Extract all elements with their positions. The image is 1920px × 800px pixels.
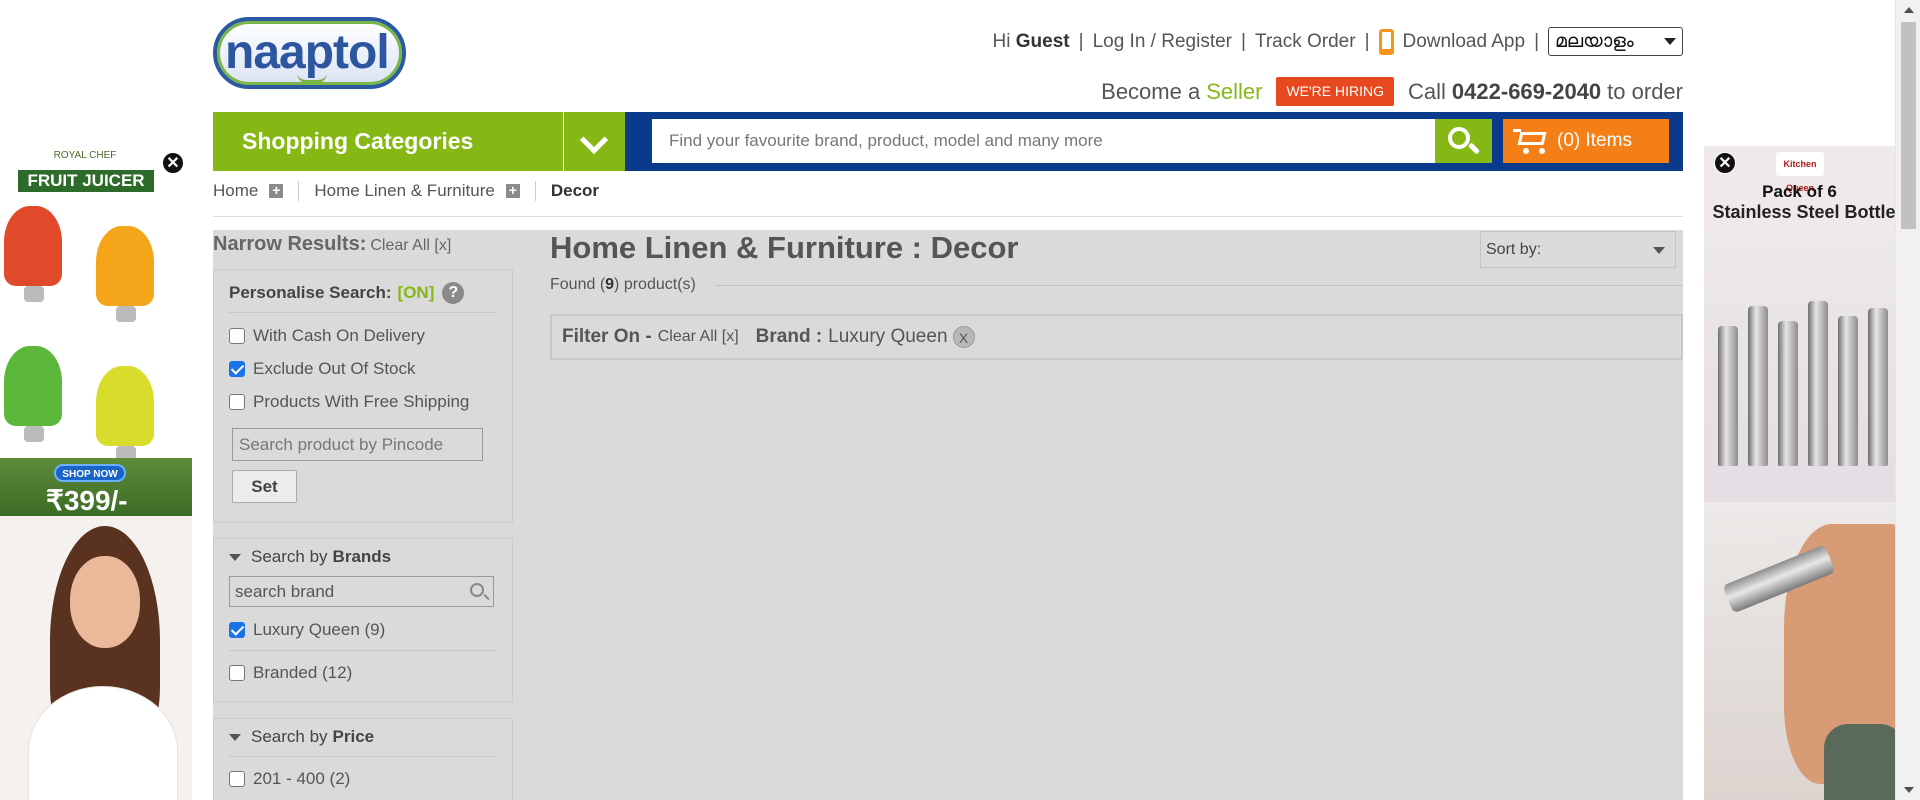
ad-model-image [1704,504,1895,800]
search-input[interactable]: Find your favourite brand, product, mode… [652,119,1447,163]
close-left-ad-icon[interactable]: ✕ [162,152,184,174]
cod-option[interactable]: With Cash On Delivery [229,326,425,346]
clear-filters-link[interactable]: Clear All [x] [658,328,739,346]
brand-option-branded[interactable]: Branded (12) [229,663,352,683]
categories-toggle[interactable] [563,112,625,171]
naaptol-logo[interactable]: naaptol [213,17,406,89]
pincode-input[interactable]: Search product by Pincode [232,428,483,461]
juicer-ad-top: ROYAL CHEF FRUIT JUICER SHOP NOW ₹399/- [0,146,192,516]
download-app-link[interactable]: Download App [1378,28,1525,55]
clear-all-link[interactable]: Clear All [x] [370,237,451,254]
personalise-title: Personalise Search: [ON] ? [229,282,465,304]
breadcrumb: Home + Home Linen & Furniture + Decor [213,181,1683,217]
filter-brand-label: Brand : [755,326,823,347]
ad-brand-logo: Kitchen Queen [1776,152,1824,193]
remove-filter-icon[interactable]: X [952,326,975,348]
language-select[interactable]: മലയാളം [1548,27,1683,56]
personalise-search-panel: Personalise Search: [ON] ? With Cash On … [213,269,513,523]
narrow-results-title: Narrow Results: Clear All [x] [213,233,452,255]
scrollbar-thumb[interactable] [1901,22,1916,229]
right-ad-banner[interactable]: Kitchen Queen Pack of 6 Stainless Steel … [1704,146,1895,800]
juicer-image [4,346,62,442]
ad-brand-label: ROYAL CHEF [53,150,117,161]
juicer-image [96,226,154,322]
breadcrumb-current: Decor [550,181,600,200]
set-pincode-button[interactable]: Set [232,470,297,503]
brands-panel: Search by Brands search brand Luxury Quee… [213,538,513,702]
filter-brand-value: Luxury Queen [828,326,948,347]
personalise-status[interactable]: [ON] [398,283,435,303]
juicer-image [4,206,62,302]
ad-subheadline: Stainless Steel Bottle [1712,202,1895,222]
top-links: Hi Guest | Log In / Register | Track Ord… [993,27,1683,56]
price-option-201-400[interactable]: 201 - 400 (2) [229,769,350,789]
hiring-badge[interactable]: WE'RE HIRING [1276,77,1395,106]
chevron-down-icon [1664,38,1676,45]
checkbox[interactable] [229,771,245,787]
ad-title: FRUIT JUICER [18,170,154,192]
chevron-down-icon [1653,247,1665,254]
phone-icon [1378,28,1394,55]
brand-option-luxury-queen[interactable]: Luxury Queen (9) [229,620,385,640]
ad-model-image [0,516,192,800]
price-section-title[interactable]: Search by Price [229,727,374,747]
become-seller-link[interactable]: Seller [1206,79,1262,105]
seller-hiring-line: Become a Seller WE'RE HIRING Call 0422-6… [1101,77,1683,106]
checkbox[interactable] [229,394,245,410]
breadcrumb-home-linen[interactable]: Home Linen & Furniture [314,181,494,201]
checkbox[interactable] [229,328,245,344]
scroll-up-icon[interactable] [1904,7,1914,13]
greeting: Hi Guest [992,30,1070,52]
page-scrollbar[interactable] [1895,0,1920,800]
divider [715,285,1683,286]
main-navbar: Shopping Categories Find your favourite … [213,112,1683,171]
brand-search-input[interactable]: search brand [229,576,494,607]
active-filters-bar: Filter On - Clear All [x] Brand : Luxury… [550,314,1683,360]
cart-icon [1513,129,1547,154]
expand-plus-icon[interactable]: + [505,183,520,198]
greeting-user: Guest [1015,30,1070,52]
juicer-image [96,366,154,462]
cart-button[interactable]: (0) Items [1503,119,1669,163]
logo-text: naaptol [225,26,390,79]
brands-section-title[interactable]: Search by Brands [229,547,391,567]
checkbox[interactable] [229,665,245,681]
collapse-triangle-icon [229,553,241,561]
ad-price: ₹399/- [46,485,128,516]
breadcrumb-home[interactable]: Home [213,181,258,201]
left-ad-banner[interactable]: ROYAL CHEF FRUIT JUICER SHOP NOW ₹399/- [0,146,192,800]
collapse-triangle-icon [229,733,241,741]
ad-shop-now-button[interactable]: SHOP NOW [54,464,126,482]
phone-number: 0422-669-2040 [1451,78,1602,104]
search-icon [470,583,484,597]
sort-select[interactable]: Sort by: [1480,231,1676,268]
price-panel: Search by Price 201 - 400 (2) [213,718,513,800]
checkbox[interactable] [229,622,245,638]
exclude-out-of-stock-option[interactable]: Exclude Out Of Stock [229,359,416,379]
expand-plus-icon[interactable]: + [269,183,284,198]
shopping-categories-button[interactable]: Shopping Categories [213,112,563,171]
cart-count: (0) Items [1557,130,1632,151]
scroll-down-icon[interactable] [1904,787,1914,793]
close-right-ad-icon[interactable]: ✕ [1714,152,1736,174]
login-register-link[interactable]: Log In / Register [1093,31,1232,53]
found-count: Found (9) product(s) [550,276,696,293]
page-title: Home Linen & Furniture : Decor [550,230,1019,265]
help-icon[interactable]: ? [442,282,465,304]
bottles-image [1704,236,1895,502]
chevron-down-icon [579,125,609,155]
ad-headline: Pack of 6 [1762,182,1837,201]
track-order-link[interactable]: Track Order [1255,31,1356,53]
free-shipping-option[interactable]: Products With Free Shipping [229,392,469,412]
filter-on-label: Filter On - [562,326,652,347]
search-button[interactable] [1435,119,1492,163]
search-icon [1448,127,1470,149]
checkbox[interactable] [229,361,245,377]
